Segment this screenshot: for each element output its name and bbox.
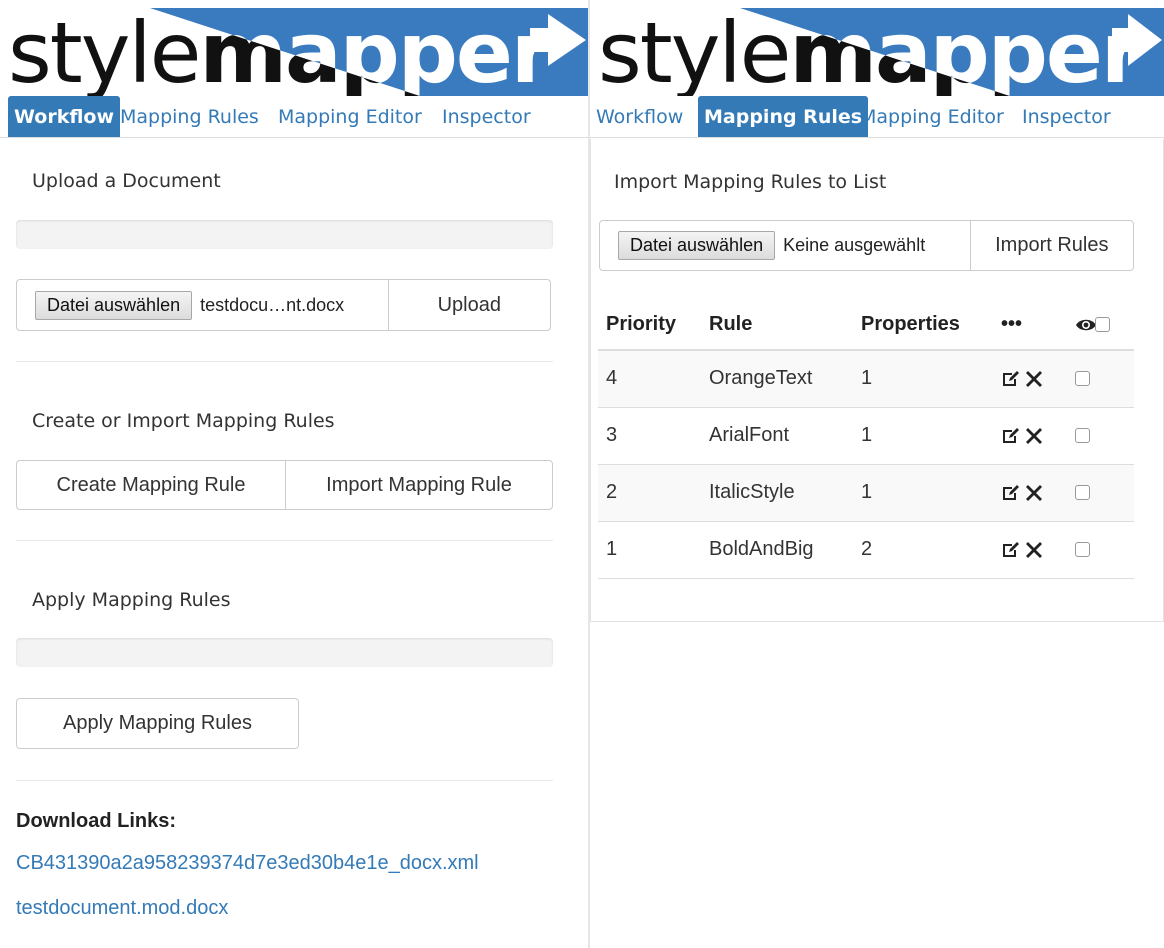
file-choose-button[interactable]: Datei auswählen [35, 290, 193, 320]
download-link-xml[interactable]: CB431390a2a958239374d7e3ed30b4e1e_docx.x… [16, 852, 479, 875]
cell-actions [993, 407, 1067, 465]
rules-table: Priority Rule Properties ••• 4 OrangeTex… [598, 300, 1134, 579]
cell-visibility [1067, 407, 1134, 465]
cell-priority: 1 [598, 521, 701, 579]
cell-actions [993, 350, 1067, 408]
create-mapping-rule-button[interactable]: Create Mapping Rule [17, 461, 285, 509]
eye-icon [1076, 319, 1096, 330]
file-status: Keine ausgewählt [783, 235, 926, 255]
divider [16, 540, 553, 541]
cell-visibility [1067, 464, 1134, 522]
edit-icon[interactable] [1001, 484, 1021, 502]
main-nav: Workflow Mapping Rules Mapping Editor In… [590, 96, 1164, 138]
logo: stylemapper stylemapper [0, 0, 588, 96]
divider [16, 361, 553, 362]
row-checkbox[interactable] [1075, 542, 1090, 558]
cell-rule: ItalicStyle [701, 464, 853, 522]
cell-visibility [1067, 521, 1134, 579]
create-title: Create or Import Mapping Rules [32, 410, 335, 432]
tab-mapping-editor[interactable]: Mapping Editor [272, 96, 428, 138]
delete-icon[interactable] [1025, 541, 1043, 559]
upload-progress-bar [16, 220, 553, 249]
import-title: Import Mapping Rules to List [614, 171, 887, 193]
table-row: 4 OrangeText 1 [598, 350, 1134, 408]
tab-mapping-rules[interactable]: Mapping Rules [114, 96, 265, 138]
logo-graphic: stylemapper stylemapper [598, 4, 1164, 96]
cell-rule: ArialFont [701, 407, 853, 465]
tab-mapping-editor[interactable]: Mapping Editor [854, 96, 1010, 138]
delete-icon[interactable] [1025, 370, 1043, 388]
upload-group: Datei auswählen testdocu…nt.docx Upload [16, 279, 551, 331]
tab-mapping-rules[interactable]: Mapping Rules [698, 96, 869, 137]
row-checkbox[interactable] [1075, 485, 1090, 501]
import-mapping-rule-button[interactable]: Import Mapping Rule [285, 461, 552, 509]
upload-file-input[interactable]: Datei auswählen testdocu…nt.docx [17, 280, 388, 330]
logo-text-light: style [8, 4, 199, 96]
header-visibility [1067, 300, 1134, 351]
cell-priority: 2 [598, 464, 701, 522]
logo-text-light: style [598, 4, 789, 96]
header-rule: Rule [701, 300, 853, 351]
import-file-input[interactable]: Datei auswählen Keine ausgewählt [600, 221, 970, 270]
table-row: 2 ItalicStyle 1 [598, 464, 1134, 522]
import-rules-button[interactable]: Import Rules [969, 221, 1133, 270]
cell-properties: 1 [853, 407, 993, 465]
select-all-checkbox[interactable] [1095, 317, 1110, 333]
tab-inspector[interactable]: Inspector [1016, 96, 1117, 138]
create-import-group: Create Mapping Rule Import Mapping Rule [16, 460, 553, 510]
cell-actions [993, 521, 1067, 579]
tab-workflow[interactable]: Workflow [590, 96, 689, 138]
row-checkbox[interactable] [1075, 371, 1090, 387]
tab-inspector[interactable]: Inspector [436, 96, 537, 138]
cell-properties: 2 [853, 521, 993, 579]
download-link-docx[interactable]: testdocument.mod.docx [16, 897, 228, 920]
cell-visibility [1067, 350, 1134, 408]
table-row: 3 ArialFont 1 [598, 407, 1134, 465]
cell-priority: 4 [598, 350, 701, 408]
header-properties: Properties [853, 300, 993, 351]
table-header-row: Priority Rule Properties ••• [598, 300, 1134, 351]
left-panel: stylemapper stylemapper Workflow Mapping… [0, 0, 588, 948]
main-nav: Workflow Mapping Rules Mapping Editor In… [0, 96, 588, 138]
file-choose-button[interactable]: Datei auswählen [618, 231, 776, 260]
header-actions: ••• [993, 300, 1067, 351]
cell-rule: BoldAndBig [701, 521, 853, 579]
right-panel: stylemapper stylemapper Workflow Mapping… [590, 0, 1164, 948]
delete-icon[interactable] [1025, 427, 1043, 445]
divider [16, 780, 553, 781]
tab-workflow[interactable]: Workflow [8, 96, 121, 137]
row-checkbox[interactable] [1075, 428, 1090, 444]
logo-graphic: stylemapper stylemapper [8, 4, 588, 96]
edit-icon[interactable] [1001, 541, 1021, 559]
cell-properties: 1 [853, 464, 993, 522]
cell-rule: OrangeText [701, 350, 853, 408]
apply-title: Apply Mapping Rules [32, 589, 231, 611]
upload-title: Upload a Document [32, 170, 221, 192]
edit-icon[interactable] [1001, 370, 1021, 388]
cell-properties: 1 [853, 350, 993, 408]
logo: stylemapper stylemapper [590, 0, 1164, 96]
edit-icon[interactable] [1001, 427, 1021, 445]
import-group: Datei auswählen Keine ausgewählt Import … [599, 220, 1134, 271]
table-row: 1 BoldAndBig 2 [598, 521, 1134, 579]
apply-mapping-rules-button[interactable]: Apply Mapping Rules [16, 698, 299, 749]
apply-progress-bar [16, 638, 553, 667]
file-name: testdocu…nt.docx [200, 294, 345, 315]
download-links-label: Download Links: [16, 810, 176, 832]
cell-actions [993, 464, 1067, 522]
header-priority: Priority [598, 300, 701, 351]
upload-button[interactable]: Upload [387, 280, 550, 330]
delete-icon[interactable] [1025, 484, 1043, 502]
cell-priority: 3 [598, 407, 701, 465]
